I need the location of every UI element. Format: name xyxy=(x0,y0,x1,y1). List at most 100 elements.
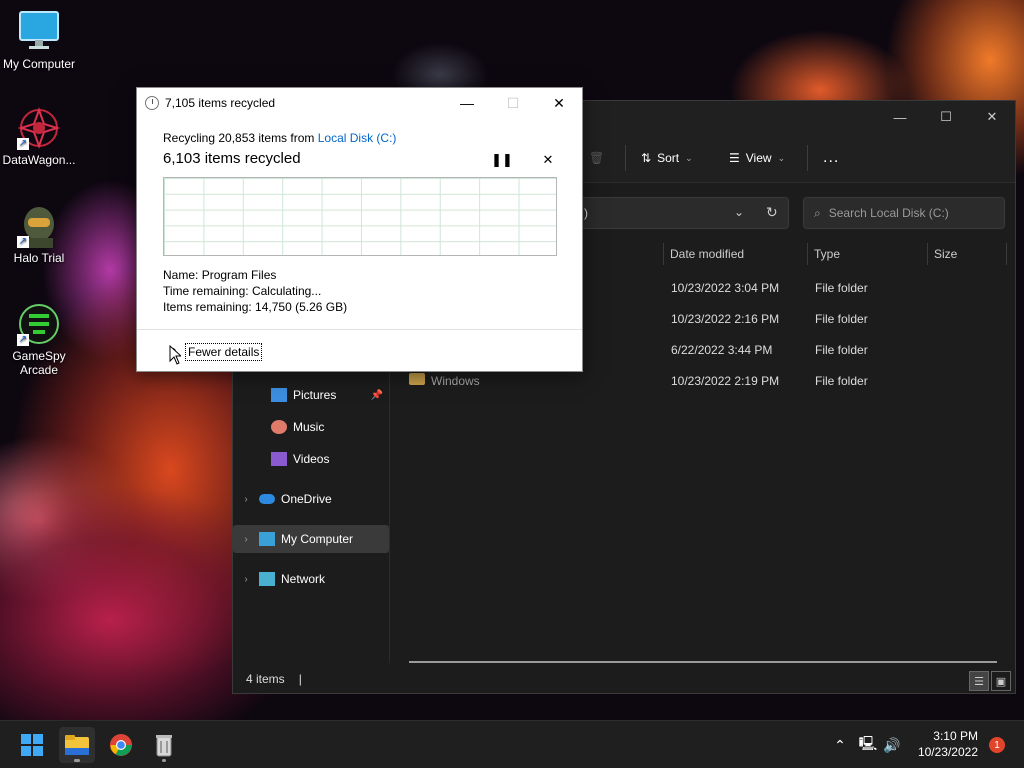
shortcut-arrow-icon: ↗ xyxy=(17,334,29,346)
sort-label: Sort xyxy=(657,151,680,165)
dialog-minimize-button[interactable]: — xyxy=(444,88,490,118)
taskbar-file-explorer[interactable] xyxy=(59,727,95,763)
nav-item-my-computer[interactable]: › My Computer xyxy=(233,525,389,553)
desktop-icon-my-computer[interactable]: My Computer xyxy=(0,10,78,71)
column-header-label: Type xyxy=(814,247,841,261)
dialog-titlebar[interactable]: 7,105 items recycled — ☐ ✕ xyxy=(137,88,582,118)
view-icon: ☰ xyxy=(729,151,740,165)
horizontal-scrollbar[interactable] xyxy=(409,661,997,663)
clock-icon xyxy=(145,96,159,110)
chevron-right-icon[interactable]: › xyxy=(233,574,259,585)
file-type: File folder xyxy=(815,281,868,295)
minimize-button[interactable]: — xyxy=(877,101,923,133)
details-view-button[interactable]: ☰ xyxy=(969,671,989,691)
nav-item-onedrive[interactable]: › OneDrive xyxy=(233,485,389,513)
tiles-view-button[interactable]: ▣ xyxy=(991,671,1011,691)
desktop-icon-datawagon[interactable]: ↗ DataWagon... xyxy=(0,106,78,167)
chevron-right-icon[interactable]: › xyxy=(233,494,259,505)
status-separator: | xyxy=(298,672,302,686)
notification-badge[interactable]: 1 xyxy=(989,737,1005,753)
refresh-icon[interactable]: ↻ xyxy=(766,204,778,221)
pictures-icon xyxy=(271,388,287,402)
file-date: 10/23/2022 2:19 PM xyxy=(671,374,780,388)
column-header-date[interactable]: Date modified xyxy=(663,243,807,265)
summary-text: Recycling 20,853 items from xyxy=(163,131,318,145)
nav-label: OneDrive xyxy=(281,492,332,506)
column-header-type[interactable]: Type xyxy=(807,243,927,265)
column-header-size[interactable]: Size xyxy=(927,243,1007,265)
pin-icon[interactable]: 📌 xyxy=(371,390,383,401)
start-button[interactable] xyxy=(14,727,50,763)
chevron-down-icon[interactable]: ⌄ xyxy=(734,205,744,219)
view-button[interactable]: ☰ View ⌄ xyxy=(729,147,785,169)
file-date: 6/22/2022 3:44 PM xyxy=(671,343,773,357)
desktop-icon-halo[interactable]: ↗ Halo Trial xyxy=(0,204,78,265)
desktop-icon-label: Halo Trial xyxy=(13,251,65,265)
progress-headline: 6,103 items recycled xyxy=(163,150,301,167)
dialog-maximize-button: ☐ xyxy=(490,88,536,118)
search-box[interactable]: ⌕ Search Local Disk (C:) xyxy=(803,197,1005,229)
chevron-down-icon: ⌄ xyxy=(777,152,786,163)
clock[interactable]: 3:10 PM 10/23/2022 xyxy=(918,728,978,760)
status-bar: 4 items | xyxy=(233,665,1015,693)
time-value: Calculating... xyxy=(251,284,322,298)
minimize-icon: — xyxy=(460,95,474,111)
nav-item-network[interactable]: › Network xyxy=(233,565,389,593)
close-icon: ✕ xyxy=(986,109,998,124)
videos-icon xyxy=(271,452,287,466)
folder-icon xyxy=(65,735,89,755)
sort-button[interactable]: ⇅ Sort ⌄ xyxy=(641,147,693,169)
desktop-icon-label: GameSpy Arcade xyxy=(12,349,66,377)
speed-graph xyxy=(163,177,557,256)
more-options-icon: ... xyxy=(823,149,840,166)
cancel-button[interactable]: ✕ xyxy=(539,152,557,168)
close-icon: ✕ xyxy=(553,94,565,111)
chevron-up-icon[interactable]: ⌃ xyxy=(830,735,850,755)
windows-logo-icon xyxy=(21,734,43,756)
nav-item-videos[interactable]: Videos xyxy=(233,445,389,473)
more-options-button[interactable]: ... xyxy=(823,147,839,169)
clock-time: 3:10 PM xyxy=(933,729,978,743)
network-icon xyxy=(259,572,275,586)
nav-label: Music xyxy=(293,420,325,434)
taskbar-recycle-bin[interactable] xyxy=(146,727,182,763)
datawagon-icon: ↗ xyxy=(17,106,61,150)
dialog-title: 7,105 items recycled xyxy=(165,96,276,110)
address-bar[interactable]: ) ⌄ ↻ xyxy=(563,197,789,229)
tiles-view-icon: ▣ xyxy=(995,675,1007,688)
cloud-icon xyxy=(259,494,275,504)
network-tray-icon[interactable]: 🖳 xyxy=(858,735,878,755)
nav-item-pictures[interactable]: Pictures 📌 xyxy=(233,381,389,409)
time-remaining-line: Time remaining: Calculating... xyxy=(163,284,321,298)
file-type: File folder xyxy=(815,374,868,388)
desktop-icon-label: My Computer xyxy=(2,57,76,71)
close-button[interactable]: ✕ xyxy=(969,101,1015,133)
toolbar-divider xyxy=(807,145,808,171)
dialog-close-button[interactable]: ✕ xyxy=(536,88,582,118)
search-icon: ⌕ xyxy=(814,205,821,220)
taskbar-chrome[interactable] xyxy=(103,727,139,763)
name-value: Program Files xyxy=(201,268,277,282)
source-link[interactable]: Local Disk (C:) xyxy=(318,131,397,145)
maximize-button[interactable]: ☐ xyxy=(923,101,969,133)
delete-button[interactable]: 🗑 xyxy=(589,147,604,169)
monitor-icon xyxy=(259,532,275,546)
gamespy-icon: ↗ xyxy=(17,302,61,346)
halo-icon: ↗ xyxy=(17,204,61,248)
desktop-icon-gamespy[interactable]: ↗ GameSpy Arcade xyxy=(0,302,78,377)
pause-button[interactable]: ❚❚ xyxy=(491,152,513,168)
nav-label: Network xyxy=(281,572,326,586)
shortcut-arrow-icon: ↗ xyxy=(17,138,29,150)
volume-icon[interactable]: 🔊 xyxy=(882,735,902,755)
cancel-icon: ✕ xyxy=(542,152,554,167)
maximize-icon: ☐ xyxy=(940,109,952,124)
taskbar: ⌃ 🖳 🔊 3:10 PM 10/23/2022 1 xyxy=(0,720,1024,768)
shortcut-arrow-icon: ↗ xyxy=(17,236,29,248)
recycle-progress-dialog: 7,105 items recycled — ☐ ✕ Recycling 20,… xyxy=(136,87,583,372)
nav-item-music[interactable]: Music xyxy=(233,413,389,441)
fewer-details-button[interactable]: Fewer details xyxy=(185,343,263,361)
active-indicator xyxy=(162,759,166,762)
nav-label: Videos xyxy=(293,452,330,466)
chevron-right-icon[interactable]: › xyxy=(233,534,259,545)
column-header-label: Date modified xyxy=(670,247,745,261)
